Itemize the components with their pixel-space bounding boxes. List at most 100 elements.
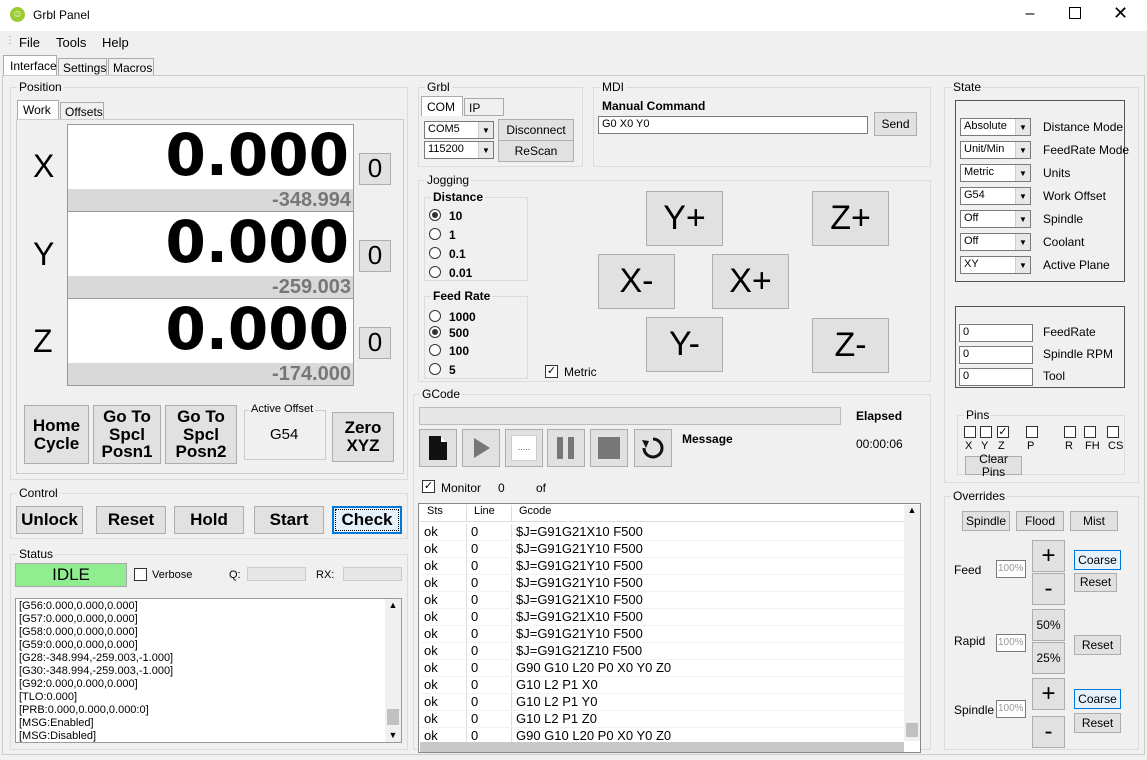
tab-offsets[interactable]: Offsets [60, 102, 104, 120]
goto-spcl-posn1-button[interactable]: Go To Spcl Posn1 [93, 405, 161, 464]
zero-xyz-button[interactable]: Zero XYZ [332, 412, 394, 462]
table-row[interactable]: ok 0 $J=G91G21Y10 F500 [420, 541, 904, 558]
log-line: [G56:0.000,0.000,0.000] [19, 600, 138, 612]
pause-button[interactable] [547, 429, 585, 467]
feed-radio-5[interactable] [429, 363, 441, 375]
zero-x-button[interactable]: 0 [359, 153, 391, 185]
tab-work[interactable]: Work [17, 100, 59, 120]
baud-select[interactable]: 115200 ▼ [424, 141, 494, 159]
tab-com[interactable]: COM [421, 96, 463, 116]
reload-button[interactable] [634, 429, 672, 467]
feed-override-value[interactable]: 100% [996, 560, 1026, 578]
mode-select[interactable]: Unit/Min ▼ [960, 141, 1031, 159]
mode-select[interactable]: Metric ▼ [960, 164, 1031, 182]
menu-file[interactable]: File [19, 35, 40, 50]
maximize-icon[interactable] [1069, 7, 1081, 19]
mode-select[interactable]: Off ▼ [960, 210, 1031, 228]
table-row[interactable]: ok 0 $J=G91G21Z10 F500 [420, 643, 904, 660]
gcode-hscrollbar[interactable] [420, 742, 904, 752]
scroll-down-icon[interactable]: ▼ [385, 729, 401, 742]
distance-radio-1[interactable] [429, 228, 441, 240]
jog-z-minus-button[interactable]: Z- [812, 318, 889, 373]
table-row[interactable]: ok 0 $J=G91G21X10 F500 [420, 609, 904, 626]
tab-ip[interactable]: IP [464, 98, 504, 116]
port-select[interactable]: COM5 ▼ [424, 121, 494, 139]
menu-tools[interactable]: Tools [56, 35, 86, 50]
manual-command-input[interactable]: G0 X0 Y0 [598, 116, 868, 134]
close-icon[interactable]: ✕ [1113, 3, 1128, 24]
step-button[interactable]: ..... [505, 429, 543, 467]
check-button[interactable]: Check [332, 506, 402, 534]
table-row[interactable]: ok 0 G10 L2 P1 Z0 [420, 711, 904, 728]
spindle-override-value[interactable]: 100% [996, 700, 1026, 718]
start-button[interactable]: Start [254, 506, 324, 534]
spindle-plus-button[interactable]: + [1032, 678, 1065, 710]
jog-x-minus-button[interactable]: X- [598, 254, 675, 309]
spindle-reset-button[interactable]: Reset [1074, 713, 1121, 733]
rescan-button[interactable]: ReScan [498, 140, 574, 162]
gcode-scrollbar[interactable]: ▲ [904, 505, 920, 741]
table-row[interactable]: ok 0 $J=G91G21X10 F500 [420, 524, 904, 541]
tab-macros[interactable]: Macros [108, 58, 154, 76]
scroll-up-icon[interactable]: ▲ [904, 505, 920, 515]
table-row[interactable]: ok 0 $J=G91G21Y10 F500 [420, 558, 904, 575]
play-button[interactable] [462, 429, 500, 467]
table-row[interactable]: ok 0 G10 L2 P1 Y0 [420, 694, 904, 711]
feed-reset-button[interactable]: Reset [1074, 573, 1117, 592]
mode-select[interactable]: G54 ▼ [960, 187, 1031, 205]
jog-y-plus-button[interactable]: Y+ [646, 191, 723, 246]
feed-minus-button[interactable]: - [1032, 573, 1065, 605]
distance-radio-0-1[interactable] [429, 247, 441, 259]
mode-select[interactable]: Off ▼ [960, 233, 1031, 251]
send-button[interactable]: Send [874, 112, 917, 136]
hold-button[interactable]: Hold [174, 506, 244, 534]
reset-button[interactable]: Reset [96, 506, 166, 534]
cell-status: ok [424, 677, 438, 692]
rapid-override-value[interactable]: 100% [996, 634, 1026, 652]
feed-radio-1000[interactable] [429, 310, 441, 322]
zero-z-button[interactable]: 0 [359, 327, 391, 359]
metric-checkbox[interactable]: ✓ [545, 365, 558, 378]
flood-toggle-button[interactable]: Flood [1016, 511, 1064, 531]
distance-radio-10[interactable] [429, 209, 441, 221]
stop-button[interactable] [590, 429, 628, 467]
home-cycle-button[interactable]: Home Cycle [24, 405, 89, 464]
feed-plus-button[interactable]: + [1032, 540, 1065, 572]
spindle-toggle-button[interactable]: Spindle [962, 511, 1010, 531]
disconnect-button[interactable]: Disconnect [498, 119, 574, 141]
distance-radio-0-01[interactable] [429, 266, 441, 278]
log-scrollbar[interactable]: ▲ ▼ [385, 599, 401, 742]
open-file-button[interactable] [419, 429, 457, 467]
table-row[interactable]: ok 0 G10 L2 P1 X0 [420, 677, 904, 694]
rapid-50-button[interactable]: 50% [1032, 609, 1065, 641]
mode-select[interactable]: XY ▼ [960, 256, 1031, 274]
stop-icon [598, 437, 620, 459]
mode-select[interactable]: Absolute ▼ [960, 118, 1031, 136]
zero-y-button[interactable]: 0 [359, 240, 391, 272]
spindle-coarse-button[interactable]: Coarse [1074, 689, 1121, 709]
feed-radio-500[interactable] [429, 326, 441, 338]
unlock-button[interactable]: Unlock [16, 506, 83, 534]
jog-y-minus-button[interactable]: Y- [646, 317, 723, 372]
jog-z-plus-button[interactable]: Z+ [812, 191, 889, 246]
clear-pins-button[interactable]: Clear Pins [965, 453, 1022, 478]
goto-spcl-posn2-button[interactable]: Go To Spcl Posn2 [165, 405, 237, 464]
table-row[interactable]: ok 0 $J=G91G21Y10 F500 [420, 626, 904, 643]
jog-x-plus-button[interactable]: X+ [712, 254, 789, 309]
feed-coarse-button[interactable]: Coarse [1074, 550, 1121, 570]
rapid-reset-button[interactable]: Reset [1074, 635, 1121, 655]
monitor-checkbox[interactable]: ✓ [422, 480, 435, 493]
verbose-checkbox[interactable] [134, 568, 147, 581]
table-row[interactable]: ok 0 $J=G91G21X10 F500 [420, 592, 904, 609]
tab-settings[interactable]: Settings [58, 58, 107, 76]
feed-radio-100[interactable] [429, 344, 441, 356]
mist-toggle-button[interactable]: Mist [1070, 511, 1118, 531]
spindle-minus-button[interactable]: - [1032, 716, 1065, 748]
rapid-25-button[interactable]: 25% [1032, 642, 1065, 674]
menu-help[interactable]: Help [102, 35, 129, 50]
table-row[interactable]: ok 0 $J=G91G21Y10 F500 [420, 575, 904, 592]
tab-interface[interactable]: Interface [3, 55, 57, 76]
scroll-up-icon[interactable]: ▲ [385, 599, 401, 612]
table-row[interactable]: ok 0 G90 G10 L20 P0 X0 Y0 Z0 [420, 660, 904, 677]
minimize-icon[interactable]: – [1020, 5, 1040, 23]
